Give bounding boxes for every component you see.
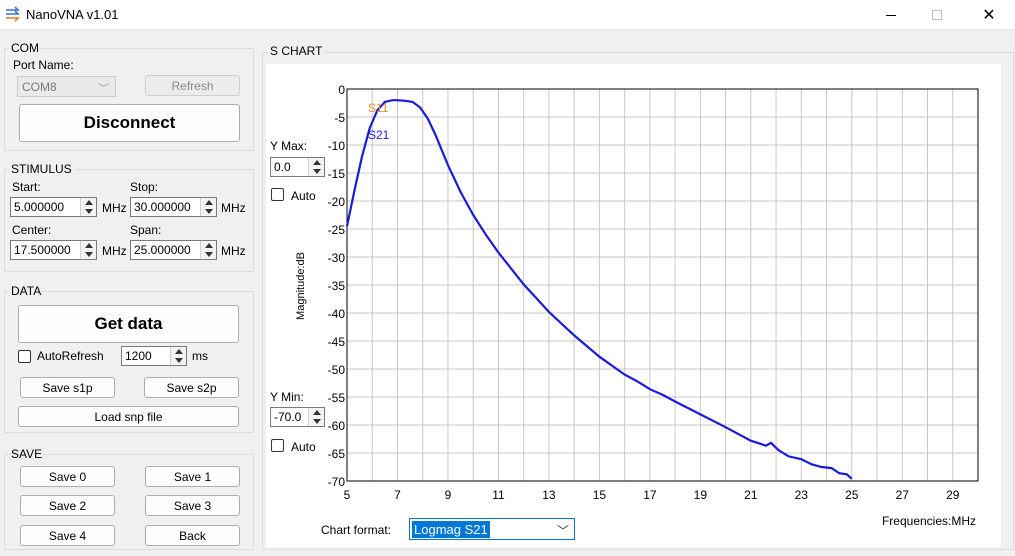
spin-up-icon[interactable] xyxy=(175,349,183,354)
s-chart-group-label: S CHART xyxy=(268,44,325,58)
stimulus-group-label: STIMULUS xyxy=(9,162,74,176)
chevron-down-icon: ﹀ xyxy=(556,524,569,538)
stop-label: Stop: xyxy=(130,180,159,194)
center-input[interactable]: 17.500000 xyxy=(10,240,97,260)
stop-value: 30.000000 xyxy=(134,200,191,214)
save-s1p-button[interactable]: Save s1p xyxy=(20,377,115,398)
span-spinner[interactable] xyxy=(200,241,216,259)
save-2-button[interactable]: Save 2 xyxy=(20,495,115,516)
ymin-auto-checkbox[interactable] xyxy=(271,439,284,452)
start-input[interactable]: 5.000000 xyxy=(10,197,97,217)
ymax-auto-label: Auto xyxy=(291,189,316,203)
com-group-label: COM xyxy=(9,41,41,55)
ymax-value: 0.0 xyxy=(274,160,291,174)
chart-panel xyxy=(266,64,1001,547)
chart-format-select[interactable]: Logmag S21 ﹀ xyxy=(409,518,575,540)
interval-spinner[interactable] xyxy=(170,347,186,365)
spin-down-icon[interactable] xyxy=(205,252,213,257)
ymin-spinner[interactable] xyxy=(308,408,324,426)
port-select[interactable]: COM8 ﹀ xyxy=(17,76,116,97)
save-0-button[interactable]: Save 0 xyxy=(20,466,115,487)
load-snp-button[interactable]: Load snp file xyxy=(18,406,239,427)
port-name-label: Port Name: xyxy=(13,58,74,72)
ymin-label: Y Min: xyxy=(270,390,304,404)
center-label: Center: xyxy=(12,223,52,237)
save-group-label: SAVE xyxy=(9,447,45,461)
span-input[interactable]: 25.000000 xyxy=(130,240,217,260)
ymax-input[interactable]: 0.0 xyxy=(270,157,325,177)
start-value: 5.000000 xyxy=(14,200,65,214)
ymax-label: Y Max: xyxy=(270,139,308,153)
stop-spinner[interactable] xyxy=(200,198,216,216)
window-title: NanoVNA v1.01 xyxy=(26,7,119,22)
save-s2p-button[interactable]: Save s2p xyxy=(144,377,239,398)
interval-unit: ms xyxy=(192,349,208,363)
spin-up-icon[interactable] xyxy=(85,243,93,248)
spin-down-icon[interactable] xyxy=(313,419,321,424)
data-group-label: DATA xyxy=(9,284,44,298)
back-button[interactable]: Back xyxy=(145,525,240,546)
interval-input[interactable]: 1200 xyxy=(121,346,187,366)
maximize-button[interactable] xyxy=(914,0,960,30)
port-select-value: COM8 xyxy=(22,80,57,94)
chart-format-label: Chart format: xyxy=(321,523,392,537)
spin-down-icon[interactable] xyxy=(85,209,93,214)
spin-down-icon[interactable] xyxy=(85,252,93,257)
minimize-button[interactable] xyxy=(868,0,914,30)
spin-down-icon[interactable] xyxy=(175,358,183,363)
nanovna-app-icon xyxy=(6,6,20,22)
save-4-button[interactable]: Save 4 xyxy=(20,525,115,546)
disconnect-button[interactable]: Disconnect xyxy=(19,104,240,142)
stop-unit: MHz xyxy=(221,201,246,215)
span-unit: MHz xyxy=(221,244,246,258)
spin-up-icon[interactable] xyxy=(85,200,93,205)
save-1-button[interactable]: Save 1 xyxy=(145,466,240,487)
spin-up-icon[interactable] xyxy=(205,200,213,205)
span-label: Span: xyxy=(130,223,162,237)
interval-value: 1200 xyxy=(125,349,152,363)
save-3-button[interactable]: Save 3 xyxy=(145,495,240,516)
stop-input[interactable]: 30.000000 xyxy=(130,197,217,217)
ymin-value: -70.0 xyxy=(274,410,302,424)
close-icon: ✕ xyxy=(982,7,996,24)
close-button[interactable]: ✕ xyxy=(966,0,1012,30)
center-unit: MHz xyxy=(102,244,127,258)
maximize-icon xyxy=(932,10,942,20)
spin-down-icon[interactable] xyxy=(313,169,321,174)
spin-up-icon[interactable] xyxy=(205,243,213,248)
center-spinner[interactable] xyxy=(80,241,96,259)
minimize-icon xyxy=(886,14,896,16)
spin-up-icon[interactable] xyxy=(313,410,321,415)
start-label: Start: xyxy=(12,180,41,194)
get-data-button[interactable]: Get data xyxy=(18,305,239,343)
start-spinner[interactable] xyxy=(80,198,96,216)
autorefresh-checkbox[interactable] xyxy=(18,350,31,363)
ymax-spinner[interactable] xyxy=(308,158,324,176)
span-value: 25.000000 xyxy=(134,243,191,257)
center-value: 17.500000 xyxy=(14,243,71,257)
ymin-auto-label: Auto xyxy=(291,440,316,454)
ymax-auto-checkbox[interactable] xyxy=(271,188,284,201)
chart-format-value: Logmag S21 xyxy=(412,521,490,538)
refresh-button[interactable]: Refresh xyxy=(145,75,240,96)
spin-down-icon[interactable] xyxy=(205,209,213,214)
autorefresh-label: AutoRefresh xyxy=(37,349,104,363)
ymin-input[interactable]: -70.0 xyxy=(270,407,325,427)
spin-up-icon[interactable] xyxy=(313,160,321,165)
chevron-down-icon: ﹀ xyxy=(98,83,109,95)
title-bar: NanoVNA v1.01 ✕ xyxy=(0,0,1015,30)
start-unit: MHz xyxy=(102,201,127,215)
